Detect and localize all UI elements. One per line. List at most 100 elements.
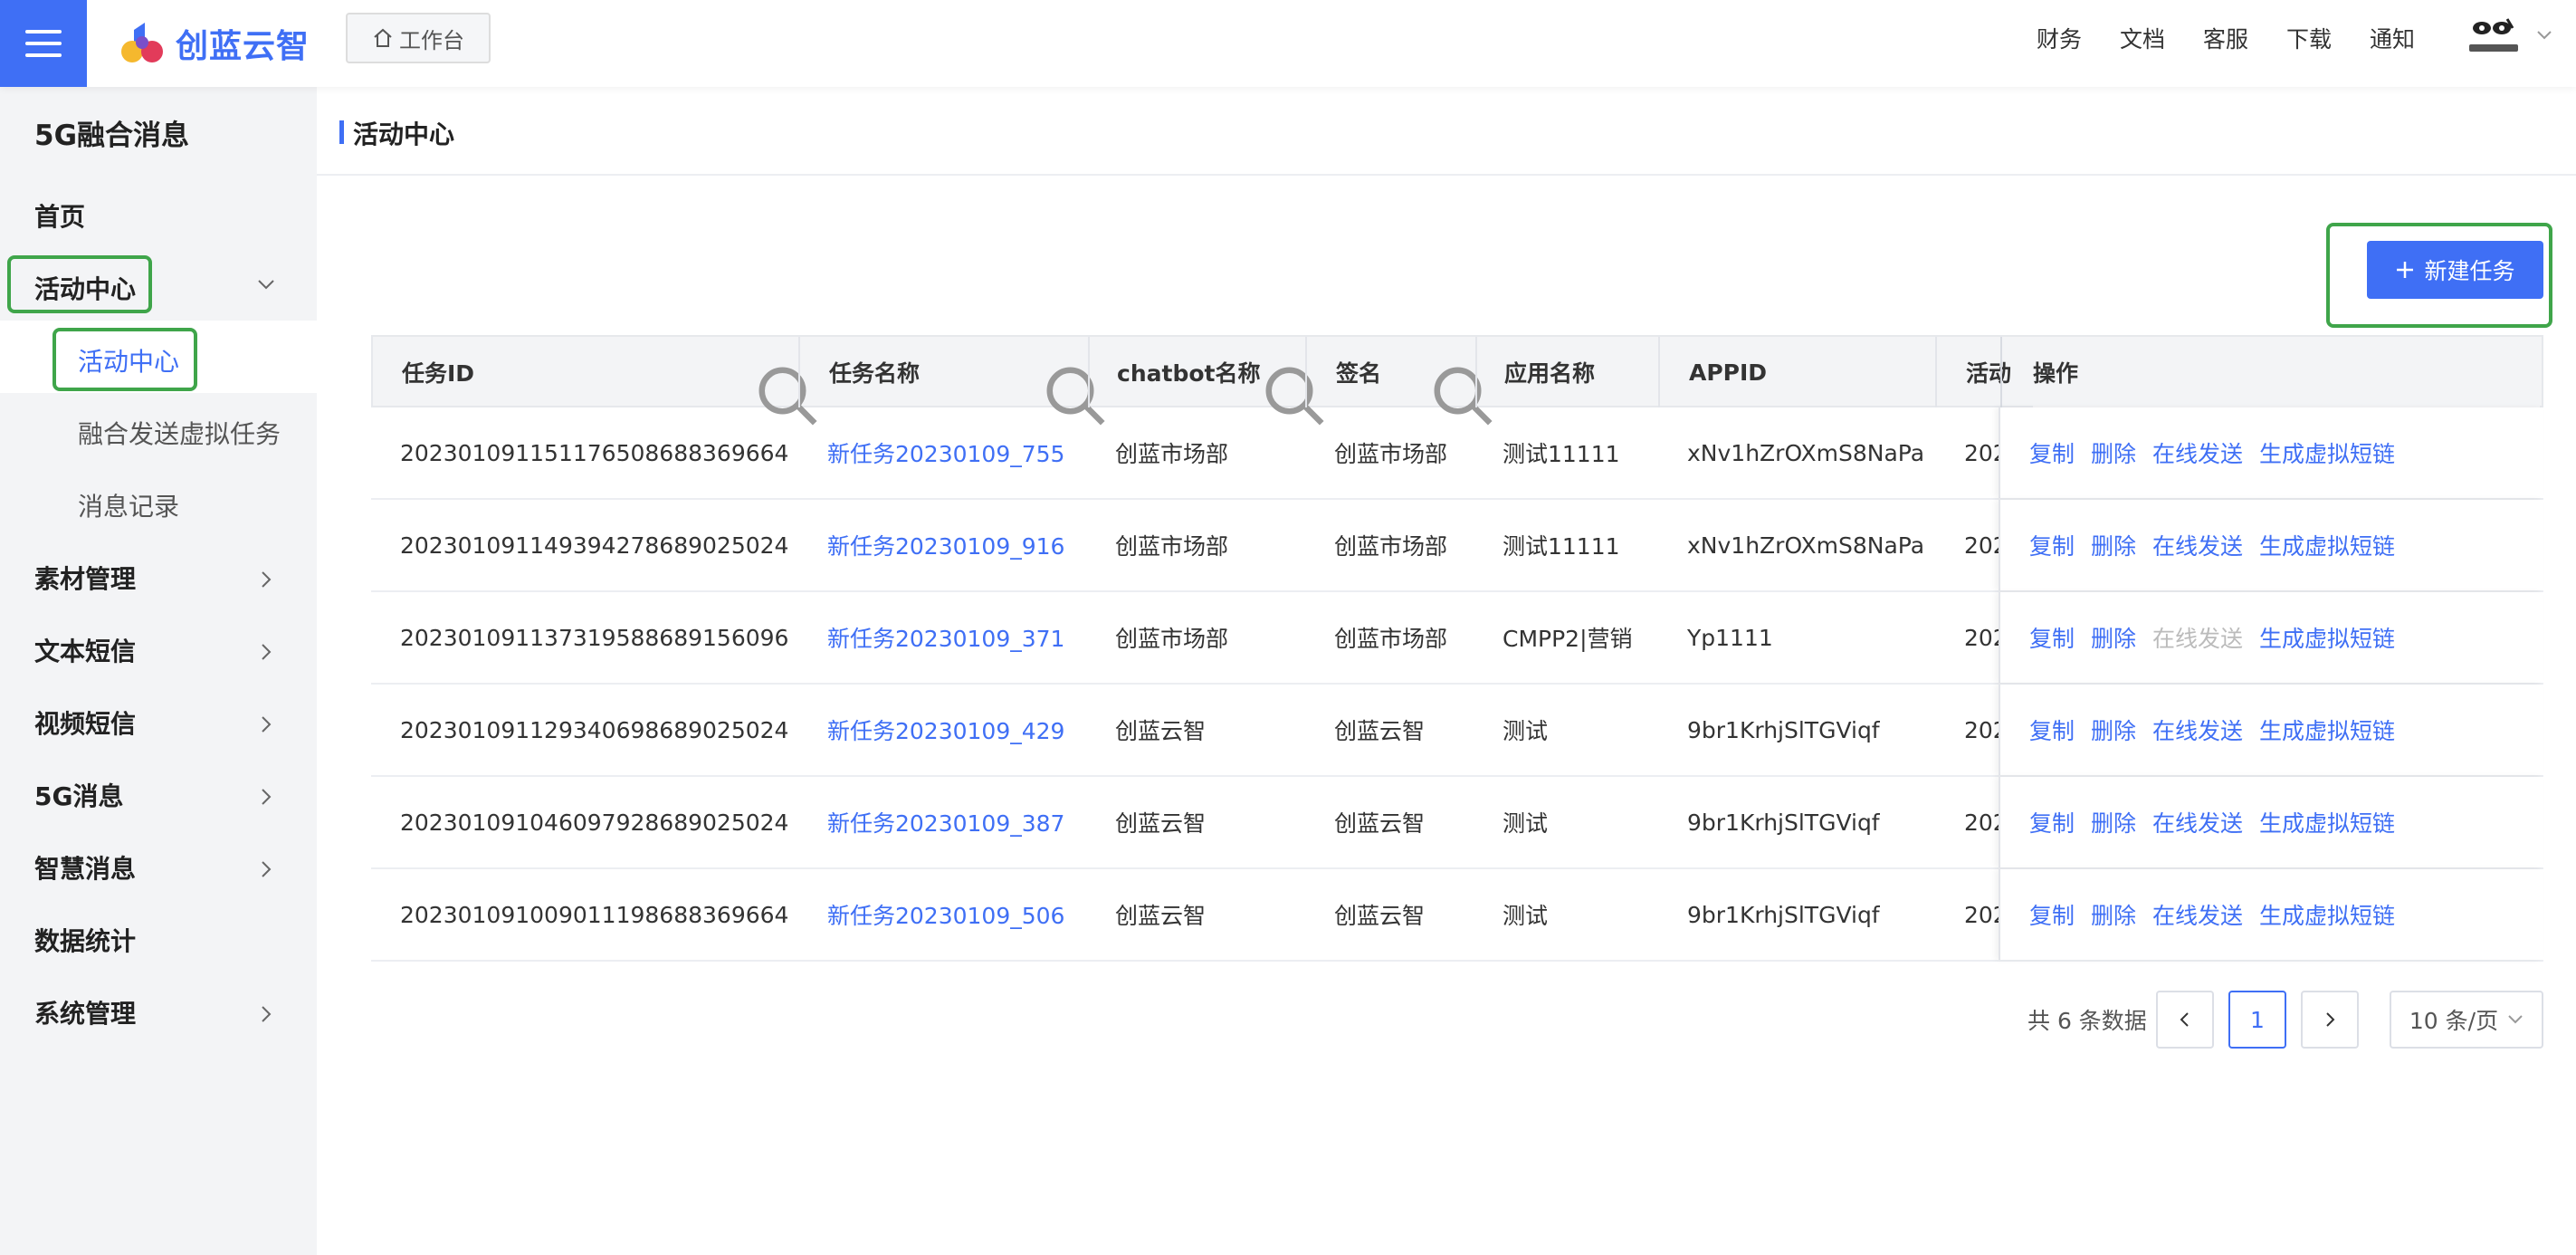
nav-finance[interactable]: 财务 xyxy=(2037,22,2082,54)
chevron-down-icon[interactable] xyxy=(255,273,277,295)
chevron-right-icon[interactable] xyxy=(255,858,277,880)
page-size-select[interactable]: 10 条/页 xyxy=(2390,991,2543,1049)
column-divider[interactable] xyxy=(1088,337,1090,407)
sidebar-subitem-message-log[interactable]: 消息记录 xyxy=(78,487,179,523)
cell-task-name[interactable]: 新任务20230109_506 xyxy=(827,869,1064,960)
column-divider[interactable] xyxy=(798,337,800,407)
col-operations-label: 操作 xyxy=(2033,360,2079,387)
sidebar-item-home[interactable]: 首页 xyxy=(34,197,85,234)
cell-chatbot: 创蓝云智 xyxy=(1115,718,1207,744)
generate-short-link-button[interactable]: 生成虚拟短链 xyxy=(2259,621,2395,654)
cell-app-name: 测试 xyxy=(1503,718,1549,744)
delete-button[interactable]: 删除 xyxy=(2091,621,2136,654)
cell-app-name: CMPP2|营销 xyxy=(1503,626,1633,652)
workbench-label: 工作台 xyxy=(399,27,464,53)
chevron-right-icon[interactable] xyxy=(255,714,277,735)
copy-button[interactable]: 复制 xyxy=(2029,898,2075,931)
nav-service[interactable]: 客服 xyxy=(2203,22,2248,54)
send-online-button[interactable]: 在线发送 xyxy=(2152,529,2243,561)
cell-app-name: 测试11111 xyxy=(1503,441,1620,467)
nav-notice[interactable]: 通知 xyxy=(2370,22,2415,54)
chevron-right-icon[interactable] xyxy=(255,786,277,808)
cell-task-id: 202301091149394278689025024 xyxy=(400,532,789,559)
chevron-right-icon[interactable] xyxy=(255,641,277,663)
send-online-button[interactable]: 在线发送 xyxy=(2152,806,2243,838)
sidebar-title: 5G融合消息 xyxy=(34,120,190,152)
chevron-right-icon xyxy=(2326,1012,2335,1027)
sidebar-item-video-sms[interactable]: 视频短信 xyxy=(34,704,136,741)
sidebar-item-smart-message[interactable]: 智慧消息 xyxy=(34,849,136,886)
col-sign: 签名 xyxy=(1336,337,1381,407)
column-divider[interactable] xyxy=(1475,337,1477,407)
row-actions: 复制 删除 在线发送 生成虚拟短链 xyxy=(2029,500,2395,590)
copy-button[interactable]: 复制 xyxy=(2029,621,2075,654)
pagination-next-button[interactable] xyxy=(2301,991,2359,1049)
sidebar-item-statistics[interactable]: 数据统计 xyxy=(34,922,136,958)
cell-sign: 创蓝市场部 xyxy=(1334,626,1448,652)
page-size-label: 10 条/页 xyxy=(2409,1008,2499,1034)
chevron-down-icon[interactable] xyxy=(2536,29,2552,42)
pagination-prev-button[interactable] xyxy=(2156,991,2214,1049)
generate-short-link-button[interactable]: 生成虚拟短链 xyxy=(2259,529,2395,561)
cell-task-id: 202301091129340698689025024 xyxy=(400,716,789,743)
copy-button[interactable]: 复制 xyxy=(2029,436,2075,469)
generate-short-link-button[interactable]: 生成虚拟短链 xyxy=(2259,436,2395,469)
logo[interactable]: 创蓝云智 xyxy=(118,14,310,72)
col-operations: 操作 xyxy=(2033,337,2540,407)
cell-task-name[interactable]: 新任务20230109_429 xyxy=(827,685,1064,775)
chevron-right-icon[interactable] xyxy=(255,1003,277,1025)
chevron-right-icon[interactable] xyxy=(255,569,277,590)
generate-short-link-button[interactable]: 生成虚拟短链 xyxy=(2259,806,2395,838)
avatar-image xyxy=(2469,18,2518,52)
cell-task-id: 202301091137319588689156096 xyxy=(400,624,789,651)
delete-button[interactable]: 删除 xyxy=(2091,436,2136,469)
delete-button[interactable]: 删除 xyxy=(2091,529,2136,561)
generate-short-link-button[interactable]: 生成虚拟短链 xyxy=(2259,898,2395,931)
column-divider[interactable] xyxy=(1305,337,1307,407)
send-online-button: 在线发送 xyxy=(2152,626,2244,652)
send-online-button[interactable]: 在线发送 xyxy=(2152,898,2243,931)
col-task-name-label: 任务名称 xyxy=(829,360,921,387)
menu-toggle-button[interactable] xyxy=(0,0,87,87)
nav-docs[interactable]: 文档 xyxy=(2120,22,2165,54)
delete-button[interactable]: 删除 xyxy=(2091,806,2136,838)
table-row: 202301091149394278689025024 新任务20230109_9… xyxy=(371,500,2543,592)
cell-task-name[interactable]: 新任务20230109_371 xyxy=(827,592,1064,683)
send-online-button[interactable]: 在线发送 xyxy=(2152,714,2243,746)
copy-button[interactable]: 复制 xyxy=(2029,714,2075,746)
sidebar-subitem-virtual-task[interactable]: 融合发送虚拟任务 xyxy=(78,415,281,451)
nav-download[interactable]: 下载 xyxy=(2286,22,2332,54)
cell-task-name[interactable]: 新任务20230109_387 xyxy=(827,777,1064,867)
chevron-down-icon xyxy=(2508,1015,2523,1024)
sidebar-item-material[interactable]: 素材管理 xyxy=(34,560,136,596)
table-row: 202301091046097928689025024 新任务20230109_3… xyxy=(371,777,2543,869)
cell-sign: 创蓝市场部 xyxy=(1334,441,1448,467)
cell-appid: 9br1KrhjSlTGViqf xyxy=(1687,901,1880,928)
highlight-box-subitem xyxy=(52,328,197,391)
send-online-button[interactable]: 在线发送 xyxy=(2152,436,2243,469)
cell-chatbot: 创蓝云智 xyxy=(1115,810,1207,837)
new-task-button[interactable]: 新建任务 xyxy=(2367,241,2543,299)
copy-button[interactable]: 复制 xyxy=(2029,529,2075,561)
sidebar-item-system[interactable]: 系统管理 xyxy=(34,994,136,1030)
generate-short-link-button[interactable]: 生成虚拟短链 xyxy=(2259,714,2395,746)
cell-task-name[interactable]: 新任务20230109_916 xyxy=(827,500,1064,590)
col-app-name-label: 应用名称 xyxy=(1504,360,1596,387)
copy-button[interactable]: 复制 xyxy=(2029,806,2075,838)
column-divider[interactable] xyxy=(1935,337,1937,407)
cell-task-id: 202301091151176508688369664 xyxy=(400,439,789,466)
pagination-page-1[interactable]: 1 xyxy=(2228,991,2286,1049)
delete-button[interactable]: 删除 xyxy=(2091,898,2136,931)
cell-sign: 创蓝云智 xyxy=(1334,810,1426,837)
page-title: 活动中心 xyxy=(353,120,455,149)
avatar[interactable] xyxy=(2464,13,2524,63)
workbench-button[interactable]: 工作台 xyxy=(346,13,491,63)
cell-task-name[interactable]: 新任务20230109_755 xyxy=(827,407,1064,498)
cell-app-name: 测试 xyxy=(1503,903,1549,929)
column-divider[interactable] xyxy=(1658,337,1660,407)
sidebar-item-5g-message[interactable]: 5G消息 xyxy=(34,777,123,813)
fixed-column-divider xyxy=(2000,337,2002,407)
main-header: 活动中心 xyxy=(317,87,2576,176)
sidebar-item-text-sms[interactable]: 文本短信 xyxy=(34,632,136,668)
delete-button[interactable]: 删除 xyxy=(2091,714,2136,746)
